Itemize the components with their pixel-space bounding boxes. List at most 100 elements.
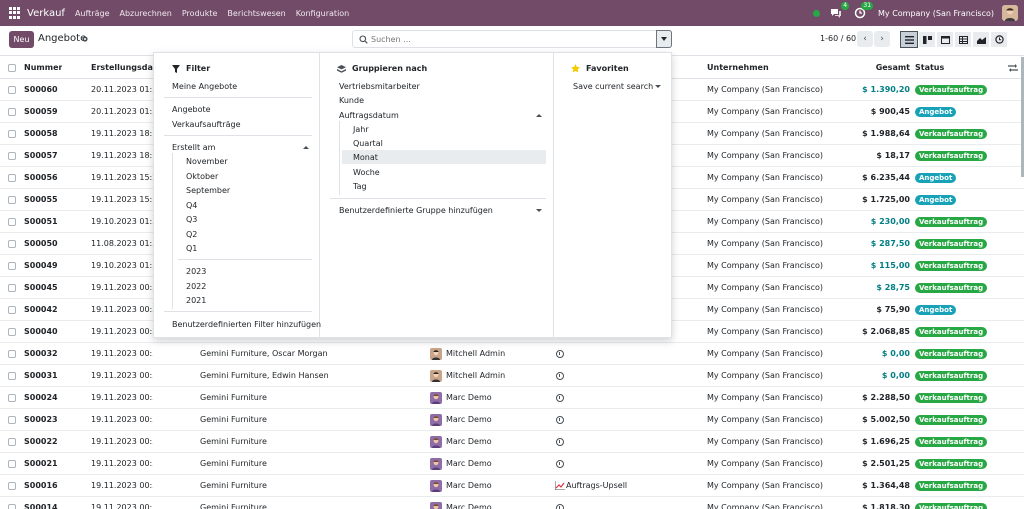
row-checkbox[interactable] [8, 174, 16, 182]
filter-my-quotations[interactable]: Meine Angebote [172, 82, 237, 91]
row-checkbox[interactable] [8, 416, 16, 424]
group-option-month[interactable]: Monat [353, 153, 378, 162]
menu-products[interactable]: Produkte [182, 9, 218, 18]
apps-menu-icon[interactable] [9, 7, 21, 19]
table-row[interactable]: S00016 19.11.2023 00:34:31 Gemini Furnitur… [0, 475, 1024, 497]
menu-orders[interactable]: Aufträge [75, 9, 110, 18]
row-checkbox[interactable] [8, 438, 16, 446]
filter-option-2021[interactable]: 2021 [186, 296, 206, 305]
upsell-chart-icon[interactable] [555, 481, 565, 490]
filter-option-q1[interactable]: Q1 [186, 244, 197, 253]
table-row[interactable]: S00031 19.11.2023 00:35:33 Gemini Furnitur… [0, 365, 1024, 387]
table-row[interactable]: S00014 19.11.2023 00:34:31 Gemini Furnitur… [0, 497, 1024, 509]
graph-view-button[interactable] [972, 31, 990, 48]
activity-clock-icon[interactable] [556, 504, 564, 509]
row-checkbox[interactable] [8, 460, 16, 468]
new-button[interactable]: Neu [9, 31, 34, 48]
header-status[interactable]: Status [915, 57, 944, 79]
total-amount: $ 2.288,50 [862, 393, 910, 402]
filter-option-q3[interactable]: Q3 [186, 215, 197, 224]
row-checkbox[interactable] [8, 328, 16, 336]
menu-reporting[interactable]: Berichtswesen [227, 9, 285, 18]
row-checkbox[interactable] [8, 196, 16, 204]
table-icon [958, 35, 968, 44]
group-option-quarter[interactable]: Quartal [353, 139, 383, 148]
group-by-customer[interactable]: Kunde [339, 96, 364, 105]
row-checkbox[interactable] [8, 240, 16, 248]
group-option-year[interactable]: Jahr [353, 125, 369, 134]
menu-configuration[interactable]: Konfiguration [296, 9, 350, 18]
row-checkbox[interactable] [8, 218, 16, 226]
caret-down-icon[interactable] [536, 209, 542, 212]
gear-icon[interactable] [81, 35, 89, 43]
table-row[interactable]: S00022 19.11.2023 00:35:10 Gemini Furnitur… [0, 431, 1024, 453]
add-custom-filter[interactable]: Benutzerdefinierten Filter hinzufügen [172, 320, 321, 329]
select-all-checkbox[interactable] [8, 64, 16, 72]
customer-name: Gemini Furniture [200, 437, 267, 446]
pivot-view-button[interactable] [954, 31, 972, 48]
add-custom-group[interactable]: Benutzerdefinierte Gruppe hinzufügen [339, 206, 493, 215]
search-options-toggle[interactable] [656, 30, 672, 48]
activity-clock-icon[interactable] [556, 394, 564, 402]
filter-option-q4[interactable]: Q4 [186, 201, 197, 210]
header-total[interactable]: Gesamt [820, 57, 910, 79]
row-checkbox[interactable] [8, 350, 16, 358]
table-row[interactable]: S00021 19.11.2023 00:35:10 Gemini Furnitur… [0, 453, 1024, 475]
activity-clock-icon[interactable] [556, 438, 564, 446]
pager-next-button[interactable]: › [874, 31, 890, 47]
row-checkbox[interactable] [8, 262, 16, 270]
filter-option-2022[interactable]: 2022 [186, 282, 206, 291]
table-row[interactable]: S00024 19.11.2023 00:35:10 Gemini Furnitur… [0, 387, 1024, 409]
filter-option-october[interactable]: Oktober [186, 172, 218, 181]
row-checkbox[interactable] [8, 482, 16, 490]
save-current-search[interactable]: Save current search [573, 82, 653, 91]
filter-quotations[interactable]: Angebote [172, 105, 211, 114]
group-option-week[interactable]: Woche [353, 168, 380, 177]
row-checkbox[interactable] [8, 394, 16, 402]
row-checkbox[interactable] [8, 108, 16, 116]
filter-sales-orders[interactable]: Verkaufsaufträge [172, 120, 241, 129]
creation-date: 11.08.2023 01:36: [91, 239, 153, 248]
filter-option-2023[interactable]: 2023 [186, 267, 206, 276]
header-company[interactable]: Unternehmen [707, 57, 769, 79]
group-by-order-date[interactable]: Auftragsdatum [339, 111, 399, 120]
search-input[interactable] [371, 33, 651, 45]
activity-clock-icon[interactable] [556, 350, 564, 358]
row-checkbox[interactable] [8, 152, 16, 160]
table-row[interactable]: S00032 19.11.2023 00:35:33 Gemini Furnitur… [0, 343, 1024, 365]
pager-value[interactable]: 1-60 / 60 [820, 34, 856, 43]
status-badge: Angebot [915, 172, 957, 183]
filter-option-q2[interactable]: Q2 [186, 230, 197, 239]
row-checkbox[interactable] [8, 130, 16, 138]
activity-view-button[interactable] [990, 31, 1008, 48]
header-number[interactable]: Nummer [24, 57, 62, 79]
app-name[interactable]: Verkauf [27, 8, 65, 19]
filter-created-on[interactable]: Erstellt am [172, 143, 215, 152]
row-checkbox[interactable] [8, 86, 16, 94]
table-row[interactable]: S00023 19.11.2023 00:35:10 Gemini Furnitur… [0, 409, 1024, 431]
calendar-view-button[interactable] [936, 31, 954, 48]
activity-label[interactable]: Auftrags-Upsell [566, 475, 627, 497]
filter-option-november[interactable]: November [186, 157, 228, 166]
activity-clock-icon[interactable] [556, 416, 564, 424]
pager-previous-button[interactable]: ‹ [857, 31, 873, 47]
menu-to-invoice[interactable]: Abzurechnen [119, 9, 171, 18]
activity-clock-icon[interactable] [556, 460, 564, 468]
activity-clock-icon[interactable] [556, 372, 564, 380]
kanban-view-button[interactable] [918, 31, 936, 48]
user-avatar[interactable] [1002, 5, 1018, 21]
filter-option-september[interactable]: September [186, 186, 230, 195]
row-checkbox[interactable] [8, 284, 16, 292]
optional-columns-icon[interactable] [1008, 64, 1018, 72]
row-checkbox[interactable] [8, 306, 16, 314]
row-checkbox[interactable] [8, 504, 16, 509]
row-checkbox[interactable] [8, 372, 16, 380]
caret-down-icon[interactable] [655, 85, 661, 88]
group-option-day[interactable]: Tag [353, 182, 367, 191]
group-by-salesperson[interactable]: Vertriebsmitarbeiter [339, 82, 420, 91]
activity-clock-icon[interactable]: 31 [854, 2, 874, 19]
chat-icon[interactable]: 4 [830, 2, 850, 19]
order-number: S00051 [24, 217, 58, 226]
list-view-button[interactable] [900, 31, 918, 48]
company-switcher[interactable]: My Company (San Francisco) [878, 9, 994, 18]
